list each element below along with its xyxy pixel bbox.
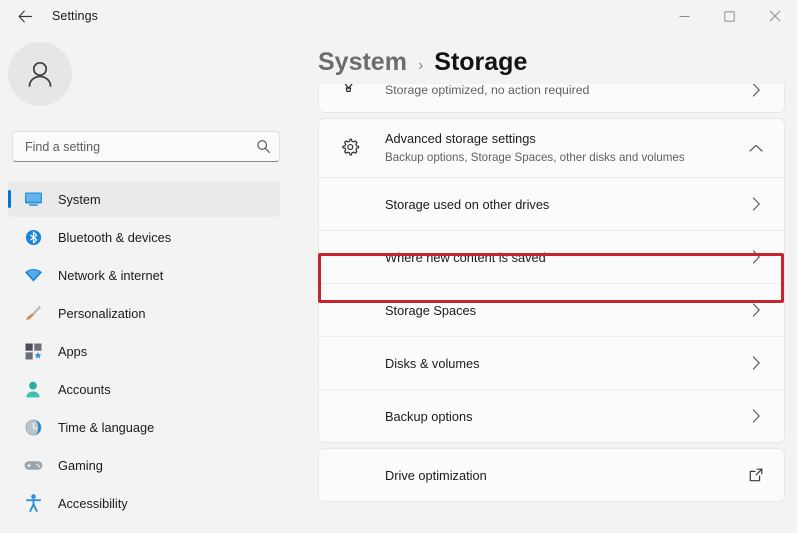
sidebar-item-label: Network & internet xyxy=(58,268,163,283)
row-disks-volumes[interactable]: Disks & volumes xyxy=(319,337,784,389)
chevron-right-icon xyxy=(744,356,768,370)
maximize-button[interactable] xyxy=(707,0,752,32)
sidebar-item-label: Gaming xyxy=(58,458,103,473)
sidebar: Find a setting System xyxy=(0,32,300,533)
title-bar: Settings xyxy=(0,0,797,32)
row-backup-options[interactable]: Backup options xyxy=(319,390,784,442)
close-icon xyxy=(769,10,781,22)
drive-optimization-card[interactable]: Drive optimization xyxy=(318,448,785,502)
back-arrow-icon xyxy=(18,10,33,23)
back-button[interactable] xyxy=(8,1,42,31)
sidebar-item-label: Time & language xyxy=(58,420,154,435)
row-label: Disks & volumes xyxy=(385,356,744,371)
breadcrumb: System › Storage xyxy=(318,48,527,77)
sidebar-item-label: Bluetooth & devices xyxy=(58,230,171,245)
avatar[interactable] xyxy=(8,42,72,106)
external-link-icon xyxy=(744,468,768,482)
row-drive-optimization[interactable]: Drive optimization xyxy=(319,449,784,501)
sidebar-item-gaming[interactable]: Gaming xyxy=(8,447,280,483)
sidebar-item-time-language[interactable]: Time & language xyxy=(8,409,280,445)
paintbrush-icon xyxy=(22,303,44,323)
clock-globe-icon xyxy=(22,417,44,437)
apps-grid-icon xyxy=(22,341,44,361)
advanced-storage-settings-card: Advanced storage settings Backup options… xyxy=(318,118,785,443)
sidebar-item-personalization[interactable]: Personalization xyxy=(8,295,280,331)
wifi-icon xyxy=(22,265,44,285)
breadcrumb-separator: › xyxy=(418,57,423,75)
monitor-icon xyxy=(22,189,44,209)
window-controls xyxy=(662,0,797,32)
chevron-right-icon xyxy=(744,409,768,423)
sidebar-item-network-internet[interactable]: Network & internet xyxy=(8,257,280,293)
row-label: Where new content is saved xyxy=(385,250,744,265)
sidebar-nav: System Bluetooth & devices xyxy=(0,179,300,523)
minimize-button[interactable] xyxy=(662,0,707,32)
chevron-right-icon xyxy=(744,303,768,317)
bluetooth-icon xyxy=(22,227,44,247)
breadcrumb-parent[interactable]: System xyxy=(318,48,407,77)
row-storage-used-on-other-drives[interactable]: Storage used on other drives xyxy=(319,178,784,230)
row-where-new-content-is-saved[interactable]: Where new content is saved xyxy=(319,231,784,283)
advanced-storage-settings-header[interactable]: Advanced storage settings Backup options… xyxy=(319,119,784,177)
row-label: Backup options xyxy=(385,409,744,424)
sidebar-item-apps[interactable]: Apps xyxy=(8,333,280,369)
maximize-icon xyxy=(724,11,735,22)
advanced-storage-settings-subtitle: Backup options, Storage Spaces, other di… xyxy=(385,151,685,164)
user-avatar-icon xyxy=(23,57,57,91)
sidebar-item-system[interactable]: System xyxy=(8,181,280,217)
chevron-up-icon[interactable] xyxy=(744,144,768,153)
minimize-icon xyxy=(679,11,690,22)
sidebar-item-bluetooth-devices[interactable]: Bluetooth & devices xyxy=(8,219,280,255)
storage-optimized-card[interactable]: Storage optimized, no action required xyxy=(318,84,785,113)
row-label: Storage Spaces xyxy=(385,303,744,318)
app-title: Settings xyxy=(52,9,98,23)
row-storage-spaces[interactable]: Storage Spaces xyxy=(319,284,784,336)
storage-optimized-text: Storage optimized, no action required xyxy=(385,84,744,97)
sidebar-item-label: Accounts xyxy=(58,382,111,397)
settings-cards: Storage optimized, no action required xyxy=(318,84,785,502)
chevron-right-icon xyxy=(744,250,768,264)
row-label: Drive optimization xyxy=(385,468,744,483)
search-icon xyxy=(256,139,271,154)
checkmark-broom-icon xyxy=(337,84,363,99)
advanced-storage-settings-title: Advanced storage settings xyxy=(385,131,536,146)
sidebar-item-accessibility[interactable]: Accessibility xyxy=(8,485,280,521)
search-input[interactable]: Find a setting xyxy=(12,131,280,162)
sidebar-item-label: Accessibility xyxy=(58,496,128,511)
gamepad-icon xyxy=(22,455,44,475)
chevron-right-icon xyxy=(744,84,768,97)
sidebar-item-label: Apps xyxy=(58,344,87,359)
search-placeholder: Find a setting xyxy=(25,140,256,154)
chevron-right-icon xyxy=(744,197,768,211)
sidebar-item-label: Personalization xyxy=(58,306,146,321)
gear-icon xyxy=(337,138,363,158)
sidebar-item-label: System xyxy=(58,192,101,207)
content-pane: System › Storage Storage optimized, no a… xyxy=(300,32,797,533)
row-label: Storage used on other drives xyxy=(385,197,744,212)
settings-window: Settings xyxy=(0,0,797,533)
close-button[interactable] xyxy=(752,0,797,32)
sidebar-item-accounts[interactable]: Accounts xyxy=(8,371,280,407)
person-icon xyxy=(22,379,44,399)
page-title: Storage xyxy=(434,48,527,77)
accessibility-icon xyxy=(22,493,44,513)
